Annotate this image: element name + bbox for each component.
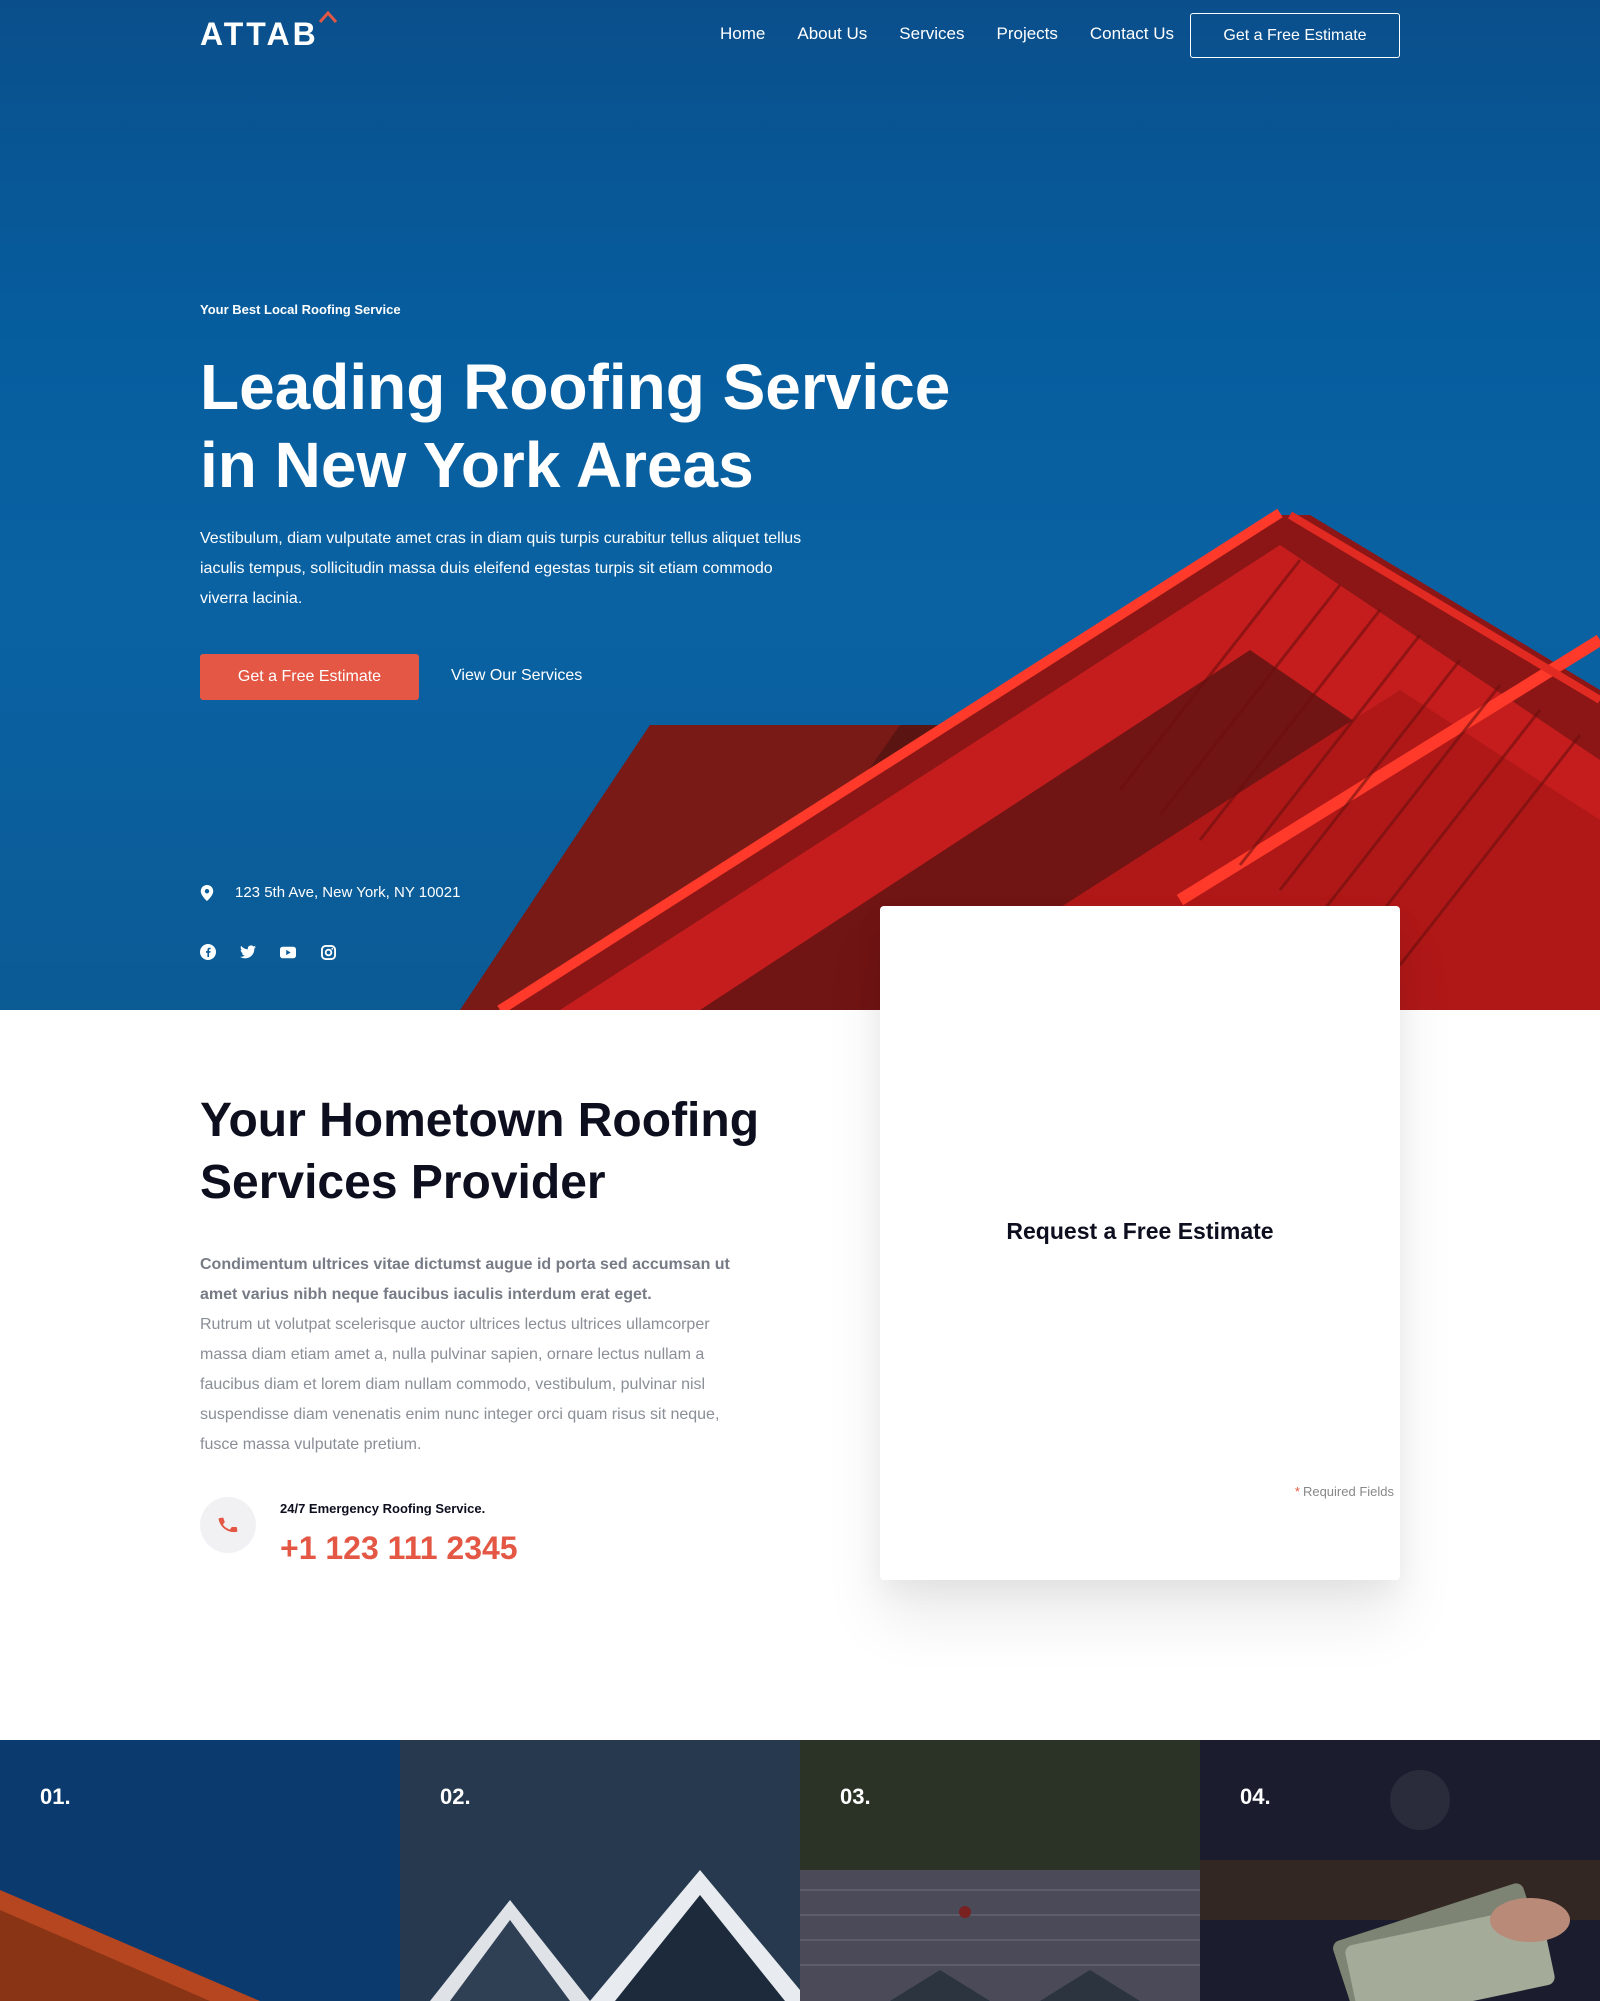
- address-text: 123 5th Ave, New York, NY 10021: [235, 884, 461, 901]
- roof-caret-icon: [318, 10, 338, 23]
- twitter-icon[interactable]: [240, 944, 256, 960]
- about-title: Your Hometown Roofing Services Provider: [200, 1090, 800, 1214]
- nav-link-contact[interactable]: Contact Us: [1090, 24, 1174, 44]
- service-tile-3[interactable]: 03.: [800, 1740, 1200, 2001]
- service-image-3: [800, 1740, 1200, 2001]
- emergency-label: 24/7 Emergency Roofing Service.: [280, 1501, 486, 1516]
- hero-eyebrow: Your Best Local Roofing Service: [200, 302, 401, 317]
- hero-description: Vestibulum, diam vulputate amet cras in …: [200, 530, 802, 607]
- service-tile-1[interactable]: 01.: [0, 1740, 400, 2001]
- site-logo[interactable]: ATTAB: [200, 16, 319, 53]
- view-services-link[interactable]: View Our Services: [451, 667, 582, 685]
- service-tile-4[interactable]: 04.: [1200, 1740, 1600, 2001]
- about-lead-text: Condimentum ultrices vitae dictumst augu…: [200, 1256, 730, 1303]
- service-image-1: [0, 1740, 400, 2001]
- required-fields-note: * Required Fields: [1295, 1484, 1394, 1499]
- services-strip: 01. 02. 03. 04.: [0, 1740, 1600, 2001]
- required-star: *: [1294, 1484, 1300, 1499]
- phone-icon: [218, 1517, 238, 1533]
- youtube-icon[interactable]: [280, 944, 296, 960]
- hero-title: Leading Roofing Service in New York Area…: [200, 348, 1020, 504]
- top-navigation: ATTAB Home About Us Services Projects Co…: [0, 0, 1600, 70]
- estimate-form-card: Request a Free Estimate * Required Fields: [880, 906, 1400, 1580]
- hero-title-line1: Leading Roofing Service: [200, 351, 951, 423]
- phone-icon-circle: [200, 1497, 256, 1553]
- roof-background-image: [460, 508, 1600, 1010]
- nav-link-about[interactable]: About Us: [797, 24, 867, 44]
- facebook-icon[interactable]: [200, 944, 216, 960]
- service-image-2: [400, 1740, 800, 2001]
- nav-link-services[interactable]: Services: [899, 24, 964, 44]
- nav-link-home[interactable]: Home: [720, 24, 765, 44]
- social-links: [200, 944, 336, 960]
- hero-estimate-button[interactable]: Get a Free Estimate: [200, 654, 419, 700]
- map-pin-icon: [200, 884, 214, 901]
- service-number-3: 03.: [840, 1784, 871, 1809]
- required-fields-text: Required Fields: [1302, 1484, 1394, 1499]
- hero-title-line2: in New York Areas: [200, 429, 754, 501]
- service-tile-2[interactable]: 02.: [400, 1740, 800, 2001]
- nav-link-projects[interactable]: Projects: [996, 24, 1057, 44]
- estimate-form-title: Request a Free Estimate: [1006, 1218, 1274, 1244]
- about-title-line1: Your Hometown Roofing: [200, 1094, 760, 1147]
- instagram-icon[interactable]: [320, 944, 336, 960]
- nav-estimate-button[interactable]: Get a Free Estimate: [1190, 13, 1400, 58]
- service-number-2: 02.: [440, 1784, 471, 1809]
- service-image-4: [1200, 1740, 1600, 2001]
- about-title-line2: Services Provider: [200, 1156, 606, 1209]
- nav-links: Home About Us Services Projects Contact …: [720, 24, 1206, 44]
- address-row: 123 5th Ave, New York, NY 10021: [200, 884, 460, 901]
- hero-section: ATTAB Home About Us Services Projects Co…: [0, 0, 1600, 1010]
- phone-number[interactable]: +1 123 111 2345: [280, 1530, 518, 1567]
- about-body-text: Rutrum ut volutpat scelerisque auctor ul…: [200, 1316, 720, 1453]
- service-number-4: 04.: [1240, 1784, 1271, 1809]
- service-number-1: 01.: [40, 1784, 71, 1809]
